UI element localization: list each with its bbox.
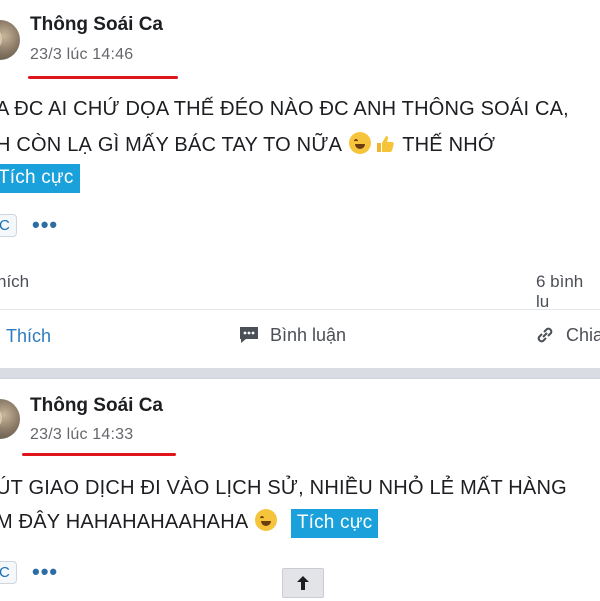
- post-text-segment: H CÒN LẠ GÌ MẤY BÁC TAY TO NỮA: [0, 134, 342, 156]
- reaction-chip[interactable]: C: [0, 561, 17, 584]
- rolling-laughing-emoji-icon: [255, 509, 278, 531]
- post-text-segment: M ĐÂY HAHAHAHAAHAHA: [0, 511, 248, 533]
- comments-count[interactable]: 6 bình lu: [536, 272, 600, 312]
- post-text-segment: THẾ NHỚ: [402, 134, 496, 156]
- like-button[interactable]: Thích: [6, 326, 51, 347]
- more-options-icon[interactable]: •••: [32, 559, 58, 585]
- post-text-line: M ĐÂY HAHAHAHAAHAHA Tích cực: [0, 509, 379, 538]
- post-timestamp[interactable]: 23/3 lúc 14:46: [30, 46, 133, 64]
- post-timestamp[interactable]: 23/3 lúc 14:33: [30, 426, 133, 444]
- share-button[interactable]: Chia: [534, 324, 600, 346]
- avatar[interactable]: [0, 20, 20, 60]
- like-label: Thích: [6, 326, 52, 346]
- scroll-to-top-button[interactable]: [282, 568, 324, 598]
- more-options-icon[interactable]: •••: [32, 212, 58, 238]
- link-icon: [537, 327, 553, 343]
- tag-row: Tích cực: [0, 164, 80, 193]
- post-author[interactable]: Thông Soái Ca: [30, 395, 163, 417]
- post-author[interactable]: Thông Soái Ca: [30, 14, 163, 36]
- red-underline-annotation: [22, 453, 176, 456]
- comment-button[interactable]: Bình luận: [238, 324, 346, 346]
- comment-label: Bình luận: [270, 324, 347, 345]
- post-text-line: A ĐC AI CHỨ DỌA THẾ ĐÉO NÀO ĐC ANH THÔNG…: [0, 98, 569, 120]
- red-underline-annotation: [28, 76, 178, 79]
- divider: [0, 309, 600, 310]
- thumbs-up-emoji-icon: [376, 136, 394, 152]
- post-text-line: ÚT GIAO DỊCH ĐI VÀO LỊCH SỬ, NHIỀU NHỎ L…: [0, 477, 567, 499]
- avatar[interactable]: [0, 399, 20, 439]
- sentiment-tag[interactable]: Tích cực: [0, 164, 80, 193]
- post-text-line: H CÒN LẠ GÌ MẤY BÁC TAY TO NỮA THẾ NHỚ: [0, 132, 495, 157]
- arrow-up-icon: [297, 576, 309, 590]
- reaction-chip[interactable]: C: [0, 214, 17, 237]
- sentiment-tag[interactable]: Tích cực: [290, 509, 379, 538]
- share-label: Chia: [566, 324, 600, 345]
- comment-icon: [240, 327, 258, 343]
- post-card: Thông Soái Ca 23/3 lúc 14:46 A ĐC AI CHỨ…: [0, 0, 600, 368]
- rolling-laughing-emoji-icon: [348, 132, 371, 154]
- likes-count[interactable]: hích: [0, 272, 29, 292]
